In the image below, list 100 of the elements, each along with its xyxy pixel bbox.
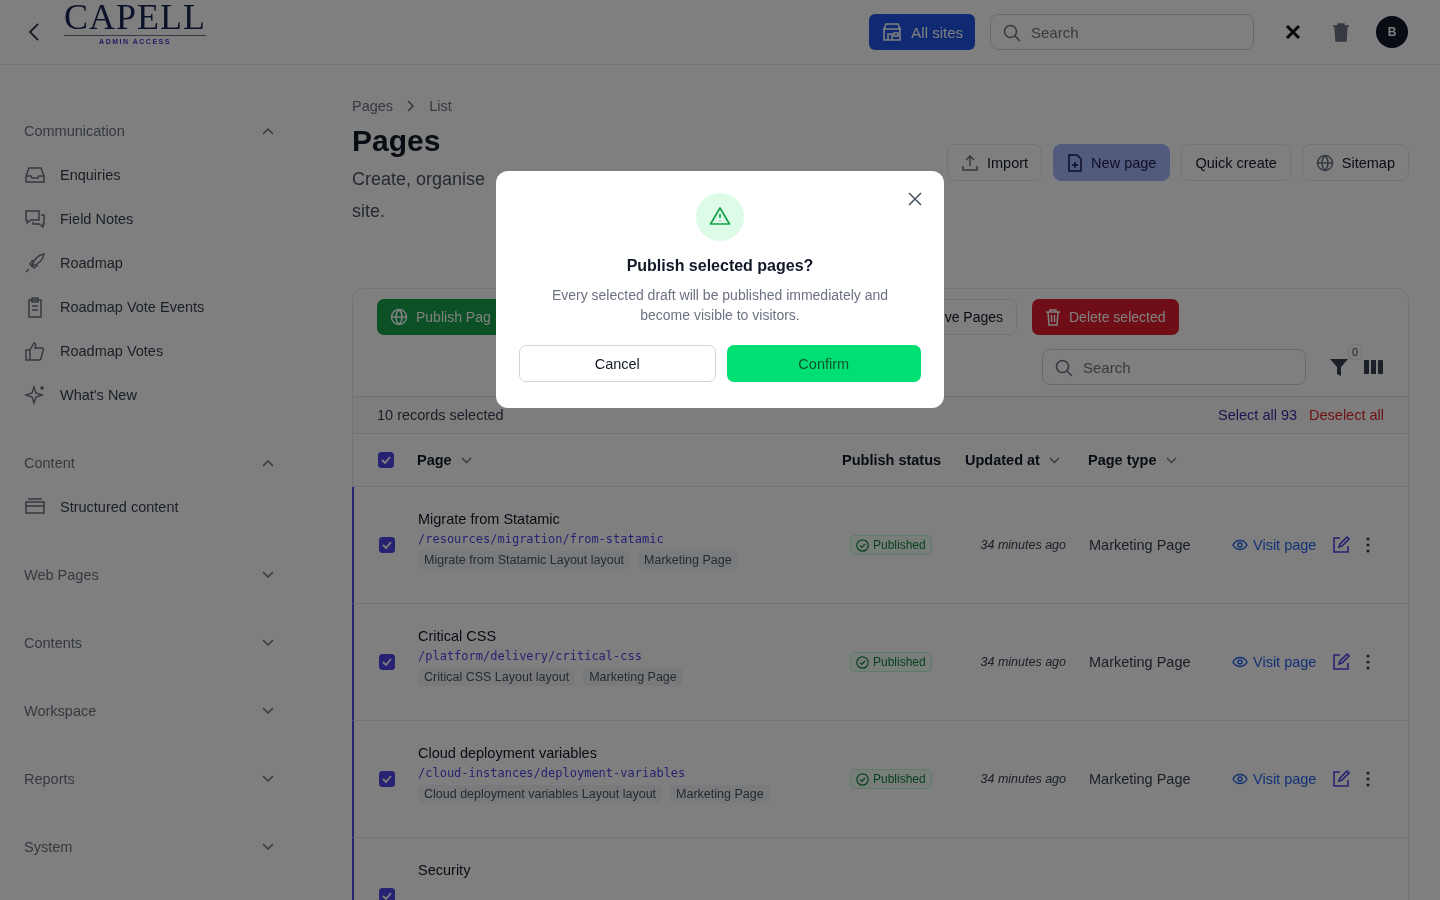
status-badge: Published: [850, 769, 932, 789]
chevron-up-icon[interactable]: [262, 459, 274, 467]
tag: Critical CSS Layout layout: [418, 668, 576, 686]
chevron-down-icon[interactable]: [262, 775, 274, 783]
sidebar-item[interactable]: What's New: [60, 387, 137, 403]
search-field[interactable]: Search: [990, 14, 1254, 50]
sidebar-group-header[interactable]: Content: [24, 441, 276, 485]
edit-icon[interactable]: [1332, 770, 1351, 788]
warning-icon: [696, 193, 744, 241]
chevron-up-icon[interactable]: [262, 127, 274, 135]
edit-icon[interactable]: [1332, 653, 1351, 671]
chevron-down-icon[interactable]: [262, 639, 274, 647]
search-icon: [1002, 23, 1022, 43]
status-badge: Published: [850, 652, 932, 672]
more-icon[interactable]: [1366, 771, 1371, 787]
globe-icon: [390, 308, 408, 326]
bulk-action-button[interactable]: Delete selected: [1032, 299, 1179, 335]
inbox-icon: [24, 164, 46, 186]
selection-count: 10 records selected: [377, 407, 504, 423]
visit-page-link[interactable]: Visit page: [1232, 537, 1317, 553]
action-button[interactable]: Import: [947, 144, 1043, 181]
sidebar-group-header[interactable]: Web Pages: [24, 553, 276, 597]
row-checkbox[interactable]: [379, 771, 395, 787]
edit-icon[interactable]: [1332, 536, 1351, 554]
search-field[interactable]: Search: [1042, 349, 1306, 385]
user-avatar[interactable]: B: [1376, 16, 1408, 48]
check-icon: [381, 456, 391, 464]
all-sites-button[interactable]: All sites: [869, 14, 975, 50]
sidebar-item[interactable]: Enquiries: [60, 167, 121, 183]
page-subtitle: site.: [352, 200, 386, 223]
sort-chevron-icon[interactable]: [460, 456, 472, 464]
sidebar-group-header[interactable]: Contents: [24, 621, 276, 665]
row-checkbox[interactable]: [379, 654, 395, 670]
back-icon[interactable]: [28, 22, 40, 42]
globe-icon: [1315, 153, 1334, 172]
action-button[interactable]: Sitemap: [1301, 144, 1409, 181]
trash-icon: [1045, 308, 1061, 326]
sidebar-item[interactable]: Structured content: [60, 499, 179, 515]
visit-page-link[interactable]: Visit page: [1232, 654, 1317, 670]
sidebar-item[interactable]: Field Notes: [60, 211, 134, 227]
updated-time: 34 minutes ago: [980, 538, 1066, 552]
check-icon: [382, 775, 392, 783]
updated-time: 34 minutes ago: [980, 772, 1066, 786]
status-badge: Published: [850, 535, 932, 555]
sort-chevron-icon[interactable]: [1048, 456, 1060, 464]
column-header[interactable]: Updated at: [965, 452, 1040, 468]
sidebar-item[interactable]: Roadmap Vote Events: [60, 299, 205, 315]
sidebar-group-header[interactable]: Workspace: [24, 689, 276, 733]
updated-time: 34 minutes ago: [980, 655, 1066, 669]
filter-count: 0: [1347, 344, 1362, 360]
page-name: Security: [418, 862, 472, 878]
check-icon: [382, 892, 392, 900]
close-icon[interactable]: [908, 192, 922, 206]
sidebar-item[interactable]: Roadmap: [60, 255, 123, 271]
page-type: Marketing Page: [1089, 771, 1191, 787]
rocket-icon: [24, 252, 46, 274]
page-path: /resources/migration/from-statamic: [418, 532, 665, 546]
chevron-right-icon: [407, 100, 416, 112]
tag: Migrate from Statamic Layout layout: [418, 551, 631, 569]
column-header[interactable]: Publish status: [842, 452, 942, 468]
page-type: Marketing Page: [1089, 537, 1191, 553]
filter-icon[interactable]: [1330, 358, 1348, 376]
visit-page-link[interactable]: Visit page: [1232, 771, 1317, 787]
page-type: Marketing Page: [1089, 654, 1191, 670]
confirm-button[interactable]: Confirm: [726, 345, 921, 382]
more-icon[interactable]: [1366, 537, 1371, 553]
chevron-down-icon[interactable]: [262, 843, 274, 851]
row-checkbox[interactable]: [379, 888, 395, 900]
file-plus-icon: [1067, 153, 1084, 172]
cancel-button[interactable]: Cancel: [519, 345, 716, 382]
storefront-icon: [881, 22, 904, 42]
sidebar-group-header[interactable]: System: [24, 825, 276, 869]
sidebar-group-header[interactable]: Reports: [24, 757, 276, 801]
page-title: Pages: [352, 123, 442, 159]
action-button[interactable]: Quick create: [1181, 144, 1291, 181]
trash-icon[interactable]: [1332, 22, 1350, 42]
chat-icon: [24, 208, 46, 230]
sidebar-group-header[interactable]: Communication: [24, 109, 276, 153]
row-checkbox[interactable]: [379, 537, 395, 553]
breadcrumb-link[interactable]: Pages: [352, 98, 394, 114]
sort-chevron-icon[interactable]: [1165, 456, 1177, 464]
select-all-link[interactable]: Select all 93: [1218, 407, 1298, 423]
more-icon[interactable]: [1366, 654, 1371, 670]
breadcrumb-link[interactable]: List: [429, 98, 452, 114]
column-header[interactable]: Page: [417, 452, 452, 468]
upload-icon: [961, 153, 979, 172]
columns-icon[interactable]: [1364, 359, 1384, 375]
deselect-all-link[interactable]: Deselect all: [1309, 407, 1384, 423]
select-all-checkbox[interactable]: [378, 452, 394, 468]
sidebar-item[interactable]: Roadmap Votes: [60, 343, 164, 359]
page-name: Critical CSS: [418, 628, 498, 644]
check-circle-icon: [856, 655, 869, 669]
column-header[interactable]: Page type: [1088, 452, 1157, 468]
dialog-title: Publish selected pages?: [626, 257, 814, 275]
page-path: /platform/delivery/critical-css: [418, 649, 643, 663]
chevron-down-icon[interactable]: [262, 571, 274, 579]
chevron-down-icon[interactable]: [262, 707, 274, 715]
page-path: /cloud-instances/deployment-variables: [418, 766, 687, 780]
tag: Marketing Page: [670, 785, 770, 803]
action-button[interactable]: New page: [1053, 144, 1171, 181]
